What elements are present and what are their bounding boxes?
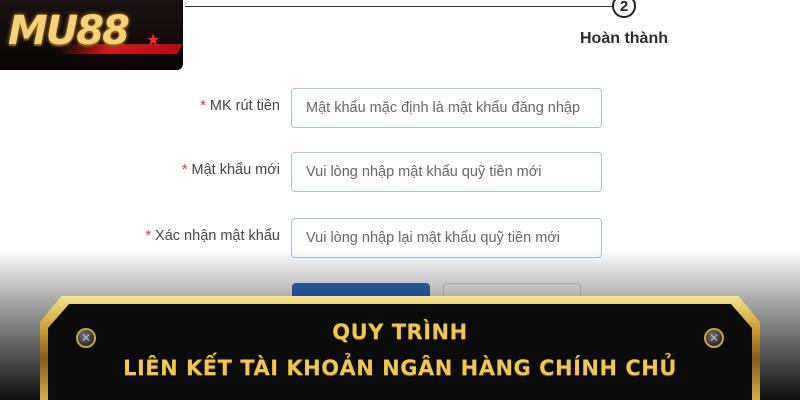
step-number-circle: 2 xyxy=(612,0,636,18)
step-progress-line xyxy=(185,6,613,7)
banner-title-line1: QUY TRÌNH xyxy=(332,320,468,344)
logo-text: MU88 xyxy=(8,8,130,54)
star-icon: ★ xyxy=(146,32,161,49)
new-password-input[interactable] xyxy=(291,152,602,192)
brand-logo[interactable]: MU88 ★ xyxy=(0,0,183,70)
new-password-label: * Mật khẩu mới xyxy=(181,162,280,178)
withdraw-password-label: * MK rút tiền xyxy=(200,98,280,114)
step-label-complete: Hoàn thành xyxy=(580,30,668,47)
required-mark: * xyxy=(181,162,188,178)
withdraw-password-input[interactable] xyxy=(291,88,602,128)
form-row-withdraw-password: * MK rút tiền xyxy=(0,88,800,128)
banner-title-line2: LIÊN KẾT TÀI KHOẢN NGÂN HÀNG CHÍNH CHỦ xyxy=(123,356,677,380)
form-row-new-password: * Mật khẩu mới xyxy=(0,152,800,192)
required-mark: * xyxy=(145,228,152,244)
banner-panel xyxy=(48,304,752,400)
required-mark: * xyxy=(200,98,206,114)
confirm-password-label: * Xác nhận mật khẩu xyxy=(145,228,280,244)
